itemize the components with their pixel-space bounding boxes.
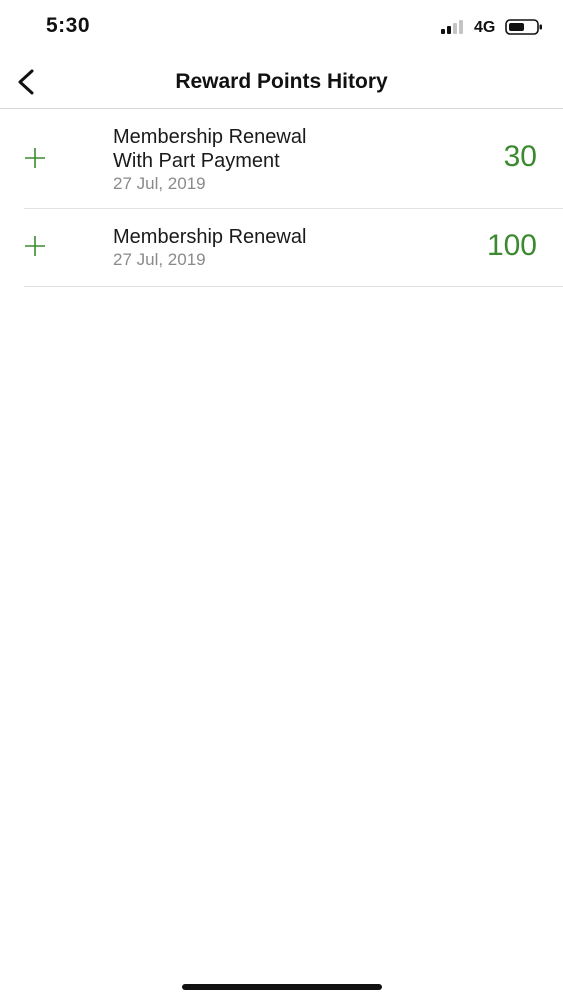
list-item-title-line: Membership Renewal <box>113 126 307 148</box>
list-item-points: 100 <box>486 229 537 262</box>
list-item[interactable]: Membership Renewal With Part Payment 27 … <box>24 109 563 209</box>
list-item-title-line: With Part Payment <box>113 150 280 172</box>
reward-history-list: Membership Renewal With Part Payment 27 … <box>0 109 563 287</box>
list-item[interactable]: Membership Renewal 27 Jul, 2019 100 <box>24 209 563 287</box>
list-item-text: Membership Renewal With Part Payment 27 … <box>113 125 403 195</box>
list-item-text: Membership Renewal 27 Jul, 2019 <box>113 225 403 271</box>
status-time: 5:30 <box>46 14 91 37</box>
page-title: Reward Points Hitory <box>175 70 388 93</box>
network-label: 4G <box>474 19 496 36</box>
signal-bars-icon <box>441 20 463 34</box>
list-item-title-line: Membership Renewal <box>113 226 307 248</box>
plus-icon <box>25 148 45 168</box>
list-item-date: 27 Jul, 2019 <box>113 174 206 193</box>
battery-icon <box>505 19 542 35</box>
list-item-date: 27 Jul, 2019 <box>113 250 206 269</box>
plus-icon <box>25 236 45 256</box>
status-bar: 5:30 4G <box>0 0 563 56</box>
home-indicator[interactable] <box>182 984 382 990</box>
nav-bar: Reward Points Hitory <box>0 56 563 109</box>
list-item-points: 30 <box>503 140 537 173</box>
